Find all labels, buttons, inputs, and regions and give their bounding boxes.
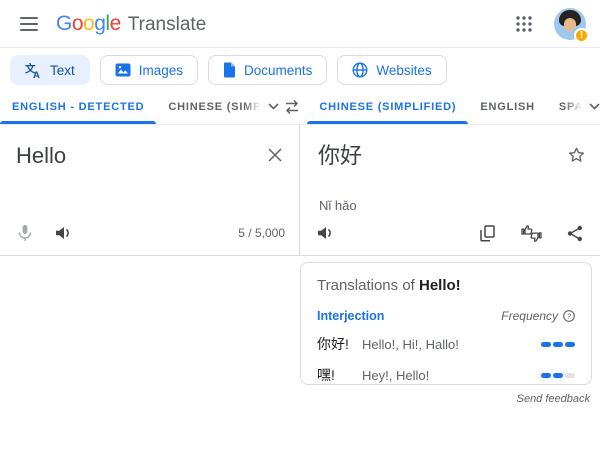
copy-translation-icon[interactable] (474, 220, 500, 246)
source-language-tabs: ENGLISH - DETECTED CHINESE (SIMPLIFIED) (0, 89, 283, 124)
translated-text: 你好 (300, 125, 600, 171)
frequency-bars (541, 373, 575, 378)
dictionary-title: Translations of Hello! (317, 277, 575, 294)
part-of-speech-row: Interjection Frequency ? (317, 309, 575, 323)
dictionary-gloss: Hey!, Hello! (362, 368, 429, 383)
share-translation-icon[interactable] (562, 220, 588, 246)
google-logo: Google (56, 12, 121, 36)
svg-text:?: ? (567, 312, 572, 321)
tab-documents-label: Documents (244, 63, 312, 78)
chevron-down-icon[interactable] (268, 103, 279, 110)
source-lang-chinese[interactable]: CHINESE (SIMPLIFIED) (156, 89, 283, 124)
svg-text:A: A (33, 70, 40, 79)
source-lang-english-detected[interactable]: ENGLISH - DETECTED (0, 89, 156, 124)
globe-icon (352, 62, 368, 78)
dictionary-card: Translations of Hello! Interjection Freq… (300, 262, 592, 385)
mode-tabs: 文 A Text Images D (0, 48, 600, 89)
source-panel-toolbar: 5 / 5,000 (12, 220, 287, 246)
target-actions (474, 220, 588, 246)
document-icon (223, 62, 236, 78)
avatar[interactable]: ! (554, 8, 586, 40)
listen-translation-icon[interactable] (312, 220, 338, 246)
dictionary-title-word: Hello! (419, 277, 461, 294)
part-of-speech: Interjection (317, 309, 384, 323)
header: Google Translate ! (0, 0, 600, 48)
transliteration: Nǐ hǎo (319, 198, 357, 213)
frequency-bars (541, 342, 575, 347)
image-icon (115, 63, 131, 77)
swap-languages-icon[interactable] (283, 89, 301, 124)
product-name: Translate (128, 14, 207, 36)
tab-images-label: Images (139, 63, 183, 78)
tab-text[interactable]: 文 A Text (10, 55, 90, 85)
microphone-icon[interactable] (12, 220, 38, 246)
tab-documents[interactable]: Documents (208, 55, 327, 85)
translation-panels: Hello (0, 125, 600, 256)
target-panel-toolbar (312, 220, 588, 246)
dictionary-row[interactable]: 你好! Hello!, Hi!, Hallo! (317, 334, 575, 354)
google-translate-page: Google Translate ! 文 A (0, 0, 600, 450)
google-apps-grid-icon[interactable] (510, 10, 538, 38)
tab-websites-label: Websites (376, 63, 431, 78)
language-bar: ENGLISH - DETECTED CHINESE (SIMPLIFIED) … (0, 89, 600, 125)
translate-icon: 文 A (25, 62, 42, 79)
target-lang-chinese-simplified[interactable]: CHINESE (SIMPLIFIED) (307, 89, 468, 124)
tab-images[interactable]: Images (100, 55, 198, 85)
source-panel: Hello (0, 125, 300, 255)
listen-source-icon[interactable] (50, 220, 76, 246)
save-translation-star-icon[interactable] (564, 143, 588, 167)
send-feedback-link[interactable]: Send feedback (517, 393, 590, 405)
source-text-input[interactable]: Hello (0, 125, 299, 171)
hamburger-menu-icon[interactable] (16, 11, 42, 37)
target-lang-english[interactable]: ENGLISH (468, 89, 547, 124)
tab-websites[interactable]: Websites (337, 55, 446, 85)
tab-text-label: Text (50, 63, 75, 78)
target-lang-spanish[interactable]: SPANISH (547, 89, 600, 124)
chevron-down-icon[interactable] (589, 103, 600, 110)
google-translate-logo[interactable]: Google Translate (56, 12, 206, 36)
character-count: 5 / 5,000 (238, 226, 285, 240)
clear-text-icon[interactable] (263, 143, 287, 167)
frequency-header: Frequency ? (501, 309, 575, 323)
target-language-tabs: CHINESE (SIMPLIFIED) ENGLISH SPANISH (301, 89, 600, 124)
rate-translation-icon[interactable] (518, 220, 544, 246)
help-icon[interactable]: ? (563, 310, 575, 322)
dictionary-row[interactable]: 嘿! Hey!, Hello! (317, 365, 575, 385)
dictionary-word: 你好! (317, 334, 353, 354)
target-panel: 你好 Nǐ hǎo (300, 125, 600, 255)
dictionary-word: 嘿! (317, 365, 353, 385)
avatar-alert-badge: ! (574, 28, 589, 43)
dictionary-gloss: Hello!, Hi!, Hallo! (362, 337, 459, 352)
